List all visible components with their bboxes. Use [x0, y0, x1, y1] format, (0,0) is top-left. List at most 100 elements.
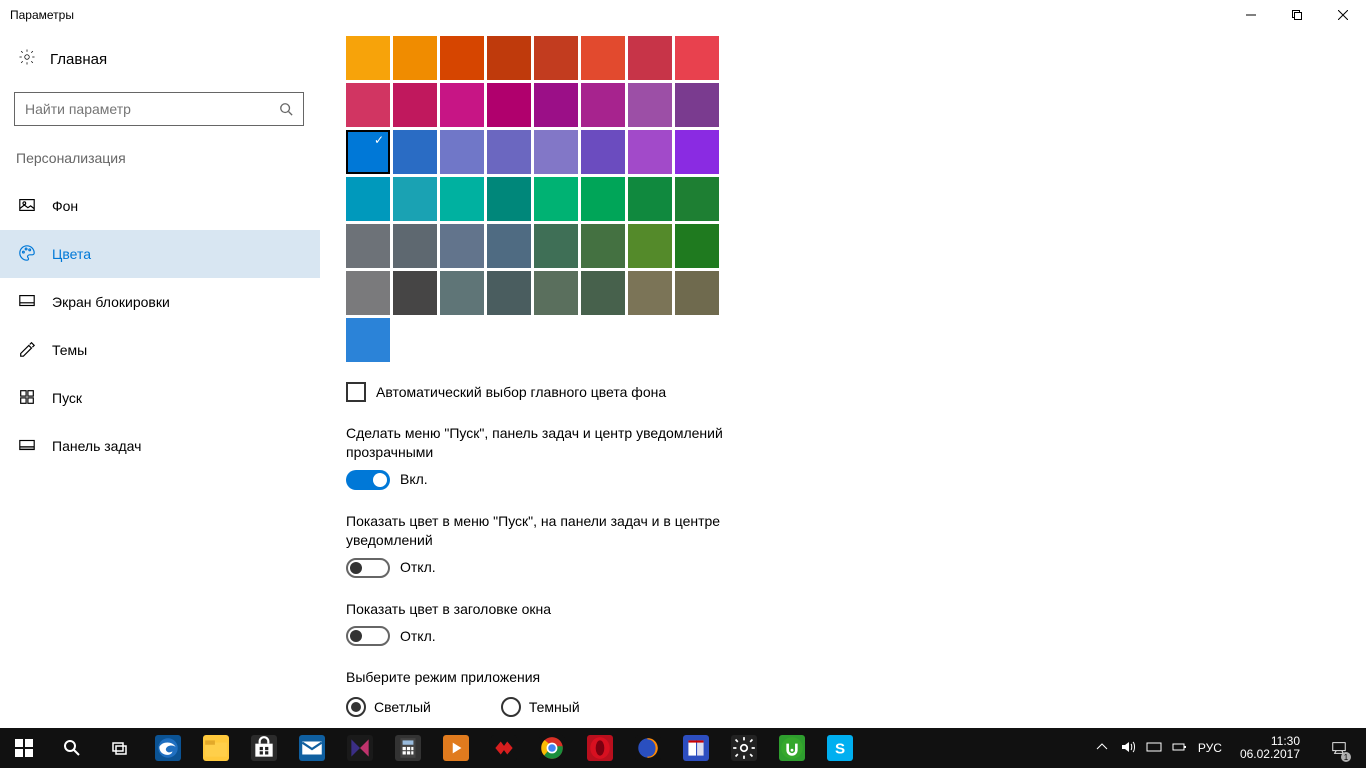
search-input[interactable]	[14, 92, 304, 126]
color-swatch[interactable]	[581, 130, 625, 174]
color-swatch[interactable]	[628, 177, 672, 221]
nav-item-themes[interactable]: Темы	[0, 326, 320, 374]
color-swatch[interactable]	[675, 83, 719, 127]
taskbar-app-mail[interactable]	[288, 728, 336, 768]
taskbar-app-skype[interactable]: S	[816, 728, 864, 768]
volume-icon[interactable]	[1120, 739, 1136, 758]
maximize-button[interactable]	[1274, 0, 1320, 30]
setting-show-color-title: Показать цвет в заголовке окнаОткл.	[346, 600, 766, 647]
color-swatch[interactable]	[534, 224, 578, 268]
battery-icon[interactable]	[1172, 739, 1188, 758]
taskview-button[interactable]	[96, 728, 144, 768]
toggle-show-color-title[interactable]	[346, 626, 390, 646]
search-field[interactable]	[15, 101, 269, 117]
color-swatch[interactable]	[346, 271, 390, 315]
clock[interactable]: 11:30 06.02.2017	[1232, 735, 1308, 761]
tray-chevron-icon[interactable]	[1094, 739, 1110, 758]
auto-color-checkbox[interactable]: Автоматический выбор главного цвета фона	[346, 382, 1346, 402]
color-swatch[interactable]	[675, 36, 719, 80]
color-swatch[interactable]	[487, 271, 531, 315]
color-swatch[interactable]	[581, 83, 625, 127]
color-swatch[interactable]	[534, 36, 578, 80]
taskbar-app-media[interactable]	[432, 728, 480, 768]
language-indicator[interactable]: РУС	[1198, 741, 1222, 755]
color-swatch[interactable]	[346, 224, 390, 268]
nav-item-colors[interactable]: Цвета	[0, 230, 320, 278]
setting-label: Показать цвет в заголовке окна	[346, 600, 766, 619]
color-swatch[interactable]	[487, 36, 531, 80]
taskbar-app-firefox[interactable]	[624, 728, 672, 768]
color-swatch[interactable]	[628, 271, 672, 315]
color-swatch[interactable]	[628, 36, 672, 80]
color-swatch[interactable]	[346, 83, 390, 127]
color-swatch[interactable]	[628, 130, 672, 174]
start-button[interactable]	[0, 728, 48, 768]
color-swatch[interactable]	[581, 224, 625, 268]
taskbar-app-xsplit[interactable]	[480, 728, 528, 768]
color-swatch[interactable]	[581, 36, 625, 80]
taskbar-app-people[interactable]	[336, 728, 384, 768]
toggle-transparency[interactable]	[346, 470, 390, 490]
color-swatch[interactable]	[534, 271, 578, 315]
color-swatch[interactable]	[675, 130, 719, 174]
taskbar-app-explorer[interactable]	[192, 728, 240, 768]
color-swatch[interactable]	[440, 130, 484, 174]
color-swatch[interactable]	[393, 224, 437, 268]
color-swatch[interactable]	[628, 224, 672, 268]
color-swatch[interactable]	[393, 83, 437, 127]
color-swatch[interactable]	[675, 177, 719, 221]
color-swatch[interactable]	[393, 177, 437, 221]
toggle-settings: Сделать меню "Пуск", панель задач и цент…	[346, 424, 1346, 646]
color-swatch[interactable]	[346, 36, 390, 80]
color-swatch[interactable]	[581, 177, 625, 221]
network-icon[interactable]	[1146, 739, 1162, 758]
color-swatch[interactable]	[581, 271, 625, 315]
color-swatch[interactable]	[393, 36, 437, 80]
home-button[interactable]: Главная	[0, 40, 320, 78]
color-swatch[interactable]	[534, 130, 578, 174]
color-swatch[interactable]	[487, 177, 531, 221]
recent-color-swatch[interactable]	[346, 318, 390, 362]
color-swatch[interactable]	[487, 83, 531, 127]
color-swatch[interactable]	[440, 177, 484, 221]
color-swatch[interactable]	[487, 130, 531, 174]
color-swatch[interactable]	[440, 36, 484, 80]
radio-dark[interactable]: Темный	[501, 697, 580, 717]
color-swatch[interactable]	[534, 177, 578, 221]
xsplit-icon	[491, 735, 517, 761]
taskbar-app-settings[interactable]	[720, 728, 768, 768]
nav-item-taskbar[interactable]: Панель задач	[0, 422, 320, 470]
color-swatch[interactable]	[346, 130, 390, 174]
minimize-button[interactable]	[1228, 0, 1274, 30]
color-swatch[interactable]	[393, 271, 437, 315]
taskbar-app-utorrent[interactable]	[768, 728, 816, 768]
background-icon	[18, 196, 36, 217]
color-swatch[interactable]	[487, 224, 531, 268]
color-swatch[interactable]	[628, 83, 672, 127]
color-swatch[interactable]	[440, 224, 484, 268]
taskbar-app-store[interactable]	[240, 728, 288, 768]
color-swatch[interactable]	[675, 224, 719, 268]
taskbar-app-calc[interactable]	[384, 728, 432, 768]
action-center-button[interactable]: 1	[1318, 728, 1360, 768]
taskbar-apps: S	[144, 728, 864, 768]
color-swatch[interactable]	[393, 130, 437, 174]
close-button[interactable]	[1320, 0, 1366, 30]
color-swatch[interactable]	[440, 83, 484, 127]
calc-icon	[395, 735, 421, 761]
color-swatch[interactable]	[534, 83, 578, 127]
color-swatch[interactable]	[440, 271, 484, 315]
search-button[interactable]	[48, 728, 96, 768]
nav-item-start[interactable]: Пуск	[0, 374, 320, 422]
taskbar-app-edge[interactable]	[144, 728, 192, 768]
taskbar-app-opera[interactable]	[576, 728, 624, 768]
radio-light[interactable]: Светлый	[346, 697, 431, 717]
toggle-show-color-start[interactable]	[346, 558, 390, 578]
nav-item-lockscreen[interactable]: Экран блокировки	[0, 278, 320, 326]
color-swatch[interactable]	[346, 177, 390, 221]
system-tray[interactable]: РУС 11:30 06.02.2017 1	[1094, 728, 1366, 768]
color-swatch[interactable]	[675, 271, 719, 315]
taskbar-app-chrome[interactable]	[528, 728, 576, 768]
nav-item-background[interactable]: Фон	[0, 182, 320, 230]
taskbar-app-totalcmd[interactable]	[672, 728, 720, 768]
